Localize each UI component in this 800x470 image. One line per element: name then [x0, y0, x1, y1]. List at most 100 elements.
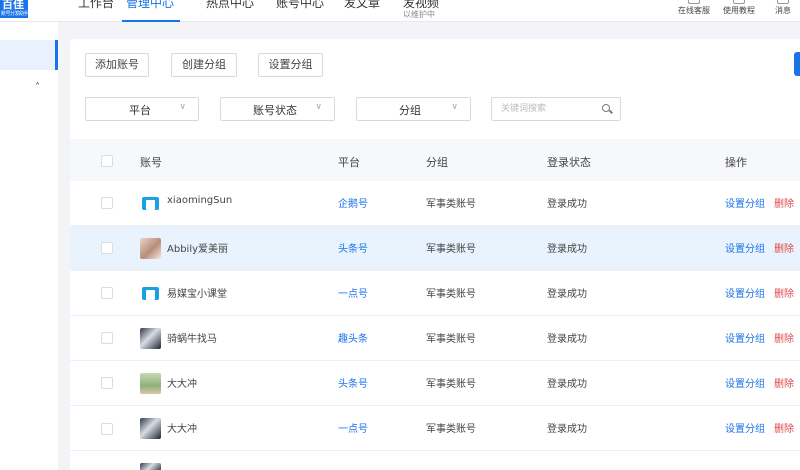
row-checkbox[interactable] [101, 423, 113, 435]
group-name: 军事类账号 [426, 199, 476, 210]
set-group-link[interactable]: 设置分组 [725, 375, 765, 390]
row-checkbox[interactable] [101, 287, 113, 299]
delete-link[interactable]: 删除 [774, 375, 794, 390]
search-input[interactable] [501, 102, 597, 116]
group-name: 军事类账号 [426, 424, 476, 435]
set-group-link[interactable]: 设置分组 [725, 195, 765, 210]
doc-icon [140, 193, 161, 214]
account-name: Abbily爱美丽 [167, 244, 229, 255]
platform-link[interactable]: 头条号 [338, 375, 368, 390]
select-all-checkbox[interactable] [101, 155, 113, 167]
group-name: 军事类账号 [426, 334, 476, 345]
tutorial-button[interactable]: 使用教程 [714, 0, 764, 22]
messages-button[interactable]: 消息 [758, 0, 800, 22]
delete-link[interactable]: 删除 [774, 285, 794, 300]
account-status-select[interactable]: 账号状态 ∨ [220, 97, 335, 121]
row-checkbox[interactable] [101, 377, 113, 389]
col-platform: 平台 [338, 156, 360, 169]
set-group-link[interactable]: 设置分组 [725, 330, 765, 345]
platform-link[interactable]: 企鹅号 [338, 195, 368, 210]
group-name: 军事类账号 [426, 289, 476, 300]
create-group-button[interactable]: 创建分组 [171, 53, 237, 77]
nav-workbench[interactable]: 工作台 [78, 0, 114, 11]
top-bar: 百佳 账号分发助手 工作台 管理中心 热点中心 账号中心 发文章 发视频 以维护… [0, 0, 800, 22]
nav-maintenance-note: 以维护中 [403, 10, 435, 19]
book-icon [733, 0, 745, 4]
delete-link[interactable]: 删除 [774, 330, 794, 345]
set-group-link[interactable]: 设置分组 [725, 285, 765, 300]
logo-tagline: 账号分发助手 [1, 11, 28, 17]
chevron-down-icon: ∨ [179, 102, 186, 112]
delete-link[interactable]: 删除 [774, 420, 794, 435]
platform-select[interactable]: 平台 ∨ [85, 97, 199, 121]
delete-link[interactable]: 删除 [774, 240, 794, 255]
messages-label: 消息 [775, 6, 791, 15]
group-select[interactable]: 分组 ∨ [356, 97, 471, 121]
sidebar: ˄ [0, 22, 58, 470]
col-actions: 操作 [725, 156, 747, 169]
col-account: 账号 [140, 156, 162, 169]
col-group: 分组 [426, 156, 448, 169]
row-checkbox[interactable] [101, 197, 113, 209]
search-box[interactable] [491, 97, 621, 121]
account-name: xiaomingSun [167, 195, 233, 206]
row-checkbox[interactable] [101, 332, 113, 344]
nav-account-center[interactable]: 账号中心 [276, 0, 324, 11]
platform-link[interactable]: 头条号 [338, 240, 368, 255]
table-row[interactable]: 大大冲 一点号 军事类账号 登录成功 设置分组 删除 [70, 406, 800, 451]
group-name: 军事类账号 [426, 379, 476, 390]
account-name: 大大冲 [167, 379, 197, 390]
table-row[interactable]: 骑蜗牛找马 趣头条 军事类账号 登录成功 设置分组 删除 [70, 316, 800, 361]
app-logo[interactable]: 百佳 账号分发助手 [0, 0, 28, 18]
nav-management-center[interactable]: 管理中心 [126, 0, 174, 11]
avatar [140, 238, 161, 259]
nav-active-indicator [122, 20, 180, 22]
login-status: 登录成功 [547, 244, 587, 255]
online-support-label: 在线客服 [678, 6, 710, 15]
doc-icon [140, 283, 161, 304]
account-status-select-value: 账号状态 [253, 104, 297, 117]
platform-select-value: 平台 [129, 104, 151, 117]
row-checkbox[interactable] [101, 242, 113, 254]
chevron-down-icon: ∨ [315, 102, 322, 112]
platform-link[interactable]: 趣头条 [338, 330, 368, 345]
chevron-down-icon: ∨ [451, 102, 458, 112]
group-select-value: 分组 [399, 104, 421, 117]
avatar [140, 418, 161, 439]
nav-publish-article[interactable]: 发文章 [344, 0, 380, 11]
set-group-link[interactable]: 设置分组 [725, 240, 765, 255]
table-row[interactable] [70, 451, 800, 470]
avatar [140, 463, 161, 470]
table-row[interactable]: Abbily爱美丽 头条号 军事类账号 登录成功 设置分组 删除 [70, 226, 800, 271]
nav-hot-center[interactable]: 热点中心 [206, 0, 254, 11]
avatar [140, 328, 161, 349]
table-row[interactable]: xiaomingSun 企鹅号 军事类账号 登录成功 设置分组 删除 [70, 181, 800, 226]
login-status: 登录成功 [547, 199, 587, 210]
online-support-button[interactable]: 在线客服 [669, 0, 719, 22]
account-name: 易媒宝小课堂 [167, 289, 227, 300]
avatar [140, 373, 161, 394]
primary-action-button[interactable] [794, 52, 800, 76]
chevron-up-icon[interactable]: ˄ [35, 82, 40, 93]
account-name: 大大冲 [167, 424, 197, 435]
headset-icon [688, 0, 700, 4]
tutorial-label: 使用教程 [723, 6, 755, 15]
sidebar-item-active[interactable] [0, 40, 58, 70]
search-icon[interactable] [602, 104, 610, 112]
group-name: 军事类账号 [426, 244, 476, 255]
login-status: 登录成功 [547, 289, 587, 300]
table-row[interactable]: 大大冲 头条号 军事类账号 登录成功 设置分组 删除 [70, 361, 800, 406]
bell-icon [777, 0, 789, 4]
platform-link[interactable]: 一点号 [338, 420, 368, 435]
platform-link[interactable]: 一点号 [338, 285, 368, 300]
add-account-button[interactable]: 添加账号 [85, 53, 149, 77]
account-name: 骑蜗牛找马 [167, 334, 217, 345]
login-status: 登录成功 [547, 379, 587, 390]
table-row[interactable]: 易媒宝小课堂 一点号 军事类账号 登录成功 设置分组 删除 [70, 271, 800, 316]
set-group-button[interactable]: 设置分组 [258, 53, 323, 77]
set-group-link[interactable]: 设置分组 [725, 420, 765, 435]
table-header: 账号 平台 分组 登录状态 操作 [70, 139, 800, 183]
delete-link[interactable]: 删除 [774, 195, 794, 210]
login-status: 登录成功 [547, 334, 587, 345]
col-login-status: 登录状态 [547, 156, 591, 169]
